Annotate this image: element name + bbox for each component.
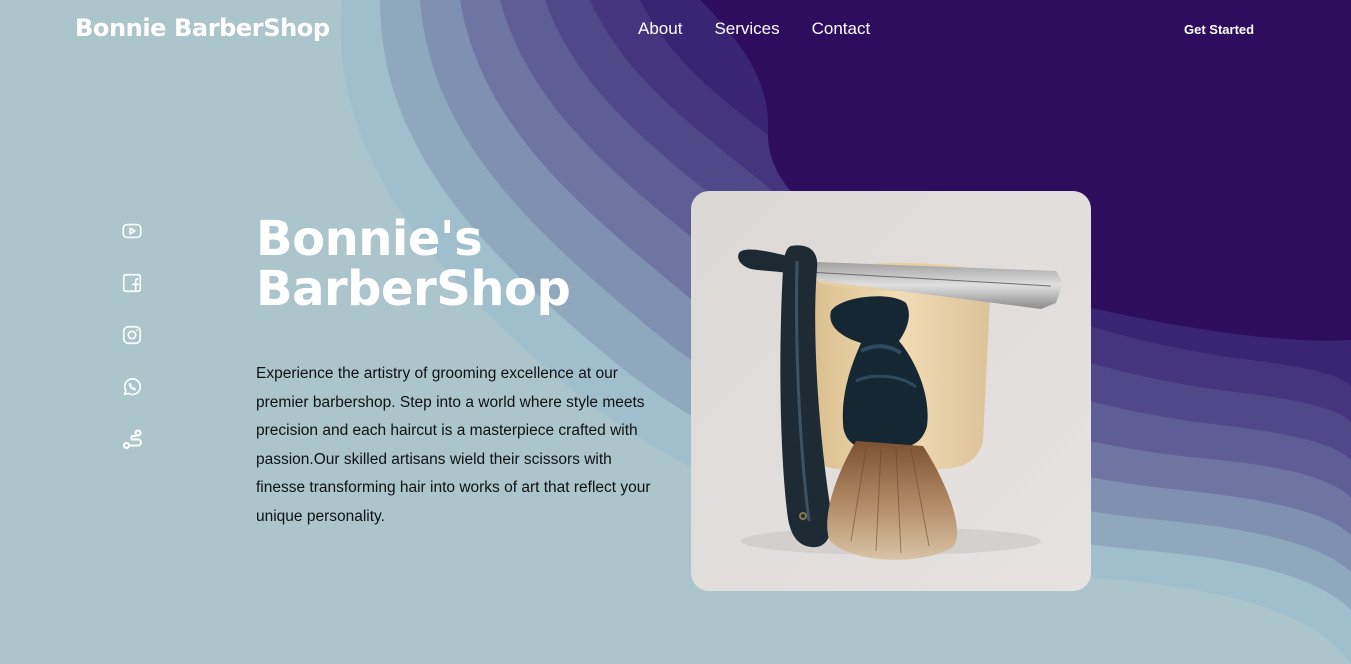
facebook-icon[interactable] — [121, 272, 143, 294]
main-nav: About Services Contact — [638, 19, 870, 39]
youtube-icon[interactable] — [121, 220, 143, 242]
get-started-button[interactable]: Get Started — [1184, 22, 1254, 37]
nav-link-contact[interactable]: Contact — [812, 19, 871, 39]
nav-link-about[interactable]: About — [638, 19, 682, 39]
hero-description: Experience the artistry of grooming exce… — [256, 365, 651, 525]
hero-title-line1: Bonnie's — [256, 211, 483, 267]
instagram-icon[interactable] — [121, 324, 143, 346]
background-waves — [0, 0, 1351, 664]
site-logo[interactable]: Bonnie BarberShop — [75, 14, 330, 42]
hero-title: Bonnie's BarberShop — [256, 214, 676, 314]
route-icon[interactable] — [121, 428, 143, 450]
social-links — [121, 220, 145, 480]
site-header: Bonnie BarberShop About Services Contact… — [0, 0, 1351, 62]
hero-image — [691, 191, 1091, 591]
hero-title-line2: BarberShop — [256, 261, 571, 317]
whatsapp-icon[interactable] — [121, 376, 143, 398]
nav-link-services[interactable]: Services — [714, 19, 779, 39]
